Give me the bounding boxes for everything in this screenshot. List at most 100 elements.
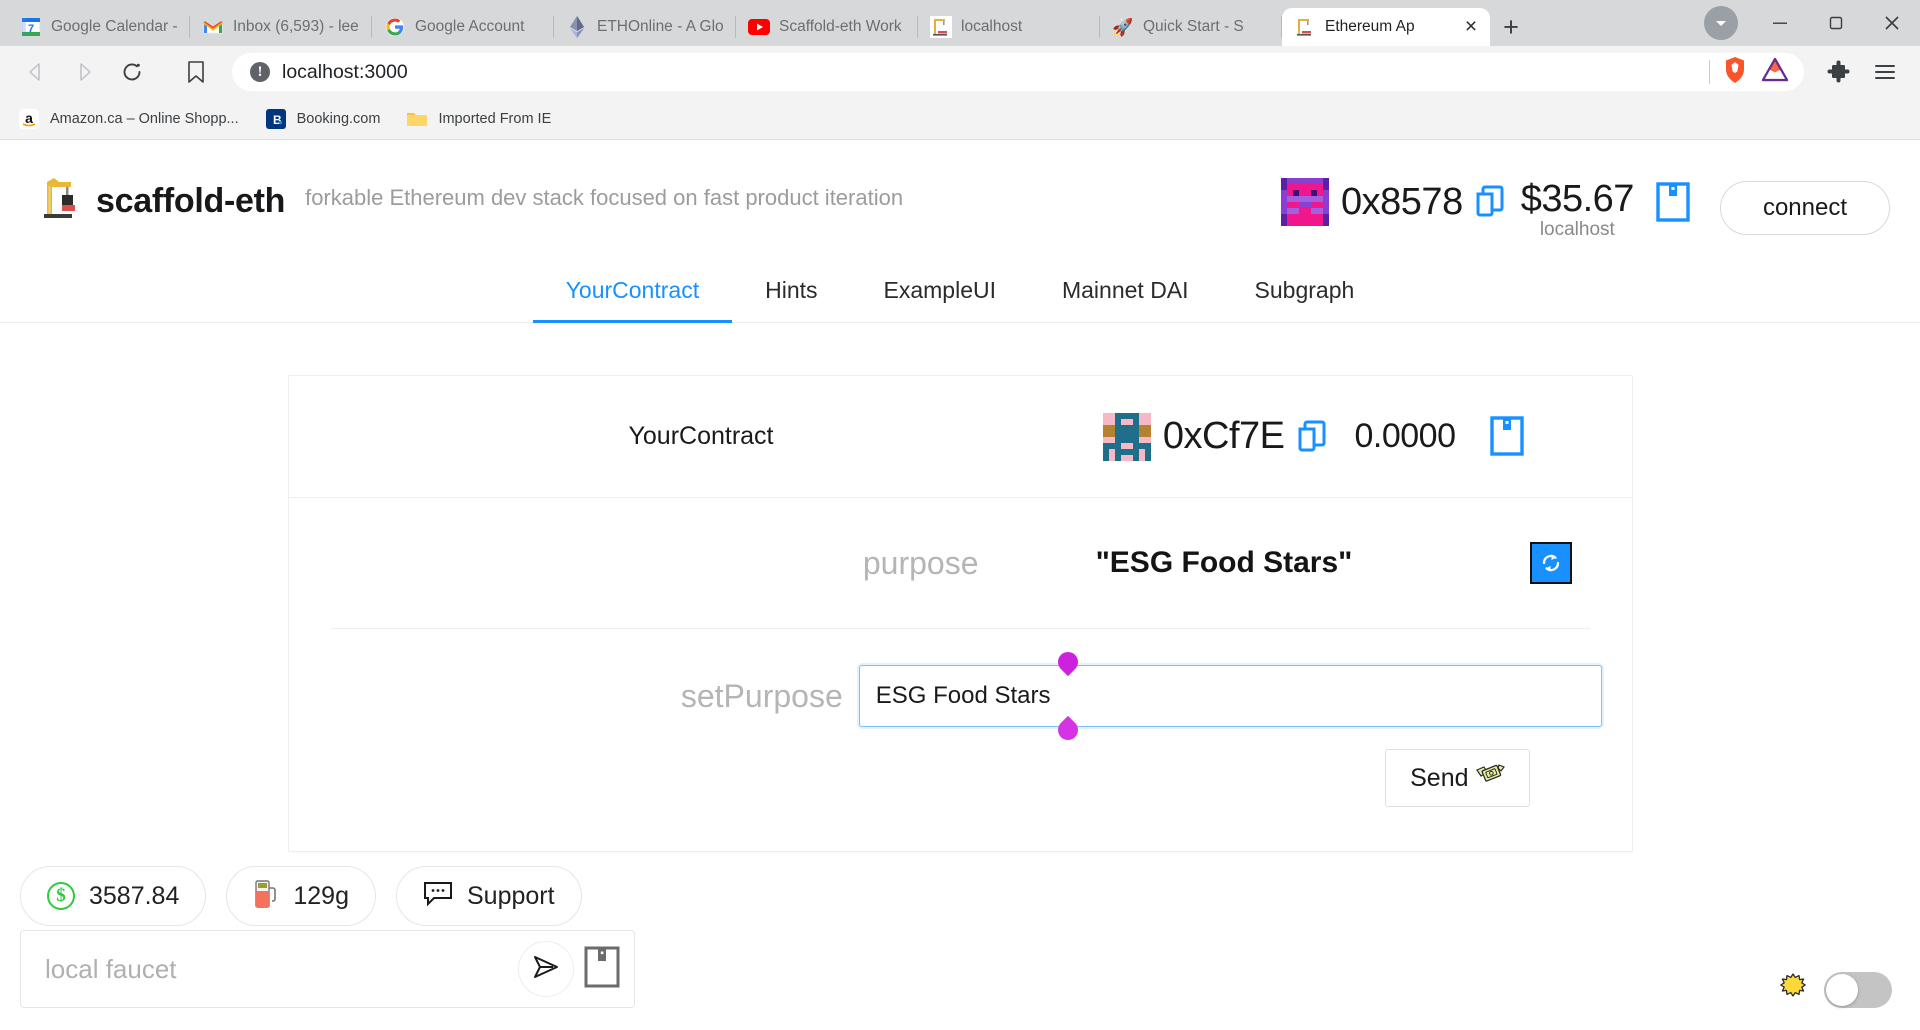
back-arrow-icon[interactable] bbox=[14, 50, 58, 94]
app-header: scaffold-eth forkable Ethereum dev stack… bbox=[0, 140, 1920, 241]
tab-mainnet-dai[interactable]: Mainnet DAI bbox=[1029, 277, 1222, 322]
google-calendar-icon: 7 bbox=[20, 16, 42, 38]
folder-icon bbox=[406, 108, 428, 130]
browser-tab[interactable]: Scaffold-eth Work bbox=[736, 8, 918, 46]
selection-handle-top-icon[interactable] bbox=[1053, 647, 1082, 677]
bookmark-item[interactable]: B Booking.com bbox=[265, 108, 381, 130]
chat-bubble-icon bbox=[423, 880, 453, 913]
browser-tab[interactable]: ETHOnline - A Glo bbox=[554, 8, 736, 46]
balance-amount: $35.67 bbox=[1520, 178, 1635, 220]
url-text[interactable]: localhost:3000 bbox=[282, 61, 1697, 84]
scaffold-eth-icon bbox=[1294, 16, 1316, 38]
tab-title: Google Calendar - bbox=[51, 18, 178, 35]
browser-tab[interactable]: localhost bbox=[918, 8, 1100, 46]
send-button-label: Send bbox=[1410, 763, 1469, 792]
refresh-button[interactable] bbox=[1529, 542, 1572, 584]
svg-text:B: B bbox=[273, 113, 282, 127]
gmail-icon bbox=[202, 16, 224, 38]
browser-tab-active[interactable]: Ethereum Ap × bbox=[1282, 8, 1490, 46]
tab-title: Quick Start - S bbox=[1143, 18, 1244, 35]
maximize-button[interactable] bbox=[1808, 0, 1864, 46]
new-tab-button[interactable]: + bbox=[1490, 8, 1532, 46]
blockie-avatar bbox=[1102, 412, 1151, 461]
qr-code-icon[interactable] bbox=[1656, 182, 1690, 227]
brand-name: scaffold-eth bbox=[96, 182, 286, 220]
gas-price-widget[interactable]: 129g bbox=[226, 866, 376, 926]
faucet-send-button[interactable] bbox=[518, 941, 574, 997]
eth-price-widget[interactable]: $ 3587.84 bbox=[20, 866, 207, 926]
scaffold-eth-icon bbox=[930, 16, 952, 38]
browser-tab[interactable]: 🚀 Quick Start - S bbox=[1100, 8, 1282, 46]
brand-tagline: forkable Ethereum dev stack focused on f… bbox=[305, 185, 904, 210]
bookmark-label: Amazon.ca – Online Shopp... bbox=[50, 110, 239, 127]
theme-switch[interactable] bbox=[1824, 972, 1892, 1008]
forward-arrow-icon[interactable] bbox=[62, 50, 106, 94]
bookmark-icon[interactable] bbox=[174, 50, 218, 94]
contract-card: YourContract 0xCf7E 0.0000 purpose "ESG … bbox=[287, 375, 1633, 852]
tab-exampleui[interactable]: ExampleUI bbox=[851, 277, 1029, 322]
bookmark-label: Imported From IE bbox=[438, 110, 552, 127]
brand: scaffold-eth bbox=[40, 176, 285, 227]
browser-tab[interactable]: 7 Google Calendar - bbox=[8, 8, 190, 46]
close-icon[interactable]: × bbox=[1458, 14, 1484, 40]
purpose-label: purpose bbox=[862, 544, 979, 581]
qr-code-icon[interactable] bbox=[584, 946, 620, 993]
copy-icon[interactable] bbox=[1297, 420, 1327, 454]
brave-lion-shield-icon[interactable] bbox=[1722, 56, 1748, 89]
tab-title: Google Account bbox=[415, 18, 525, 35]
svg-text:7: 7 bbox=[28, 23, 34, 35]
profile-avatar-icon[interactable] bbox=[1704, 6, 1738, 40]
paper-plane-icon bbox=[532, 954, 560, 985]
contract-address: 0xCf7E bbox=[1162, 415, 1285, 457]
tab-yourcontract[interactable]: YourContract bbox=[532, 277, 733, 323]
support-button[interactable]: Support bbox=[396, 866, 582, 926]
divider bbox=[1709, 60, 1710, 84]
browser-tab[interactable]: Google Account bbox=[372, 8, 554, 46]
account-area: 0x8578 $35.67 localhost connect bbox=[1281, 176, 1890, 241]
account-display[interactable]: 0x8578 bbox=[1281, 178, 1505, 226]
qr-code-icon[interactable] bbox=[1489, 416, 1524, 461]
contract-title: YourContract bbox=[628, 422, 774, 450]
money-with-wings-icon bbox=[1475, 761, 1505, 796]
faucet-input[interactable]: local faucet bbox=[45, 954, 508, 985]
tab-subgraph[interactable]: Subgraph bbox=[1222, 277, 1388, 322]
switch-knob bbox=[1826, 974, 1858, 1006]
send-row: Send bbox=[289, 727, 1632, 851]
send-button[interactable]: Send bbox=[1385, 749, 1530, 807]
sun-icon bbox=[1778, 972, 1808, 1008]
bookmark-item[interactable]: a Amazon.ca – Online Shopp... bbox=[18, 108, 239, 130]
account-address: 0x8578 bbox=[1341, 180, 1463, 223]
tab-title: localhost bbox=[961, 18, 1023, 35]
close-window-button[interactable] bbox=[1864, 0, 1920, 46]
fuel-pump-icon bbox=[253, 877, 279, 916]
tab-title: Ethereum Ap bbox=[1325, 18, 1415, 35]
tab-hints[interactable]: Hints bbox=[732, 277, 850, 322]
bookmark-label: Booking.com bbox=[296, 110, 381, 127]
browser-toolbar: ! localhost:3000 bbox=[0, 46, 1920, 98]
contract-account[interactable]: 0xCf7E 0.0000 bbox=[1102, 412, 1602, 461]
not-secure-icon[interactable]: ! bbox=[250, 62, 270, 82]
construction-crane-icon bbox=[40, 176, 82, 227]
theme-toggle[interactable] bbox=[1778, 972, 1892, 1008]
copy-icon[interactable] bbox=[1475, 185, 1505, 219]
google-icon bbox=[384, 16, 406, 38]
purpose-value: "ESG Food Stars" bbox=[1095, 546, 1353, 579]
connect-button[interactable]: connect bbox=[1719, 181, 1890, 235]
bookmark-item[interactable]: Imported From IE bbox=[406, 108, 551, 130]
set-purpose-input[interactable]: ESG Food Stars bbox=[858, 647, 1602, 745]
gas-price-value: 129g bbox=[293, 881, 349, 910]
balance-display[interactable]: $35.67 localhost bbox=[1520, 178, 1635, 241]
local-faucet[interactable]: local faucet bbox=[20, 930, 635, 1008]
extensions-icon[interactable] bbox=[1818, 51, 1860, 93]
bottom-widgets: $ 3587.84 129g Support bbox=[20, 866, 582, 926]
youtube-icon bbox=[748, 16, 770, 38]
browser-tab[interactable]: Inbox (6,593) - lee bbox=[190, 8, 372, 46]
brave-rewards-triangle-icon[interactable] bbox=[1760, 56, 1790, 89]
ethereum-icon bbox=[566, 16, 588, 38]
purpose-row: purpose "ESG Food Stars" bbox=[289, 498, 1632, 628]
hamburger-menu-icon[interactable] bbox=[1864, 51, 1906, 93]
reload-icon[interactable] bbox=[110, 50, 154, 94]
minimize-button[interactable] bbox=[1752, 0, 1808, 46]
refresh-icon bbox=[1542, 554, 1559, 572]
address-bar[interactable]: ! localhost:3000 bbox=[232, 53, 1804, 91]
